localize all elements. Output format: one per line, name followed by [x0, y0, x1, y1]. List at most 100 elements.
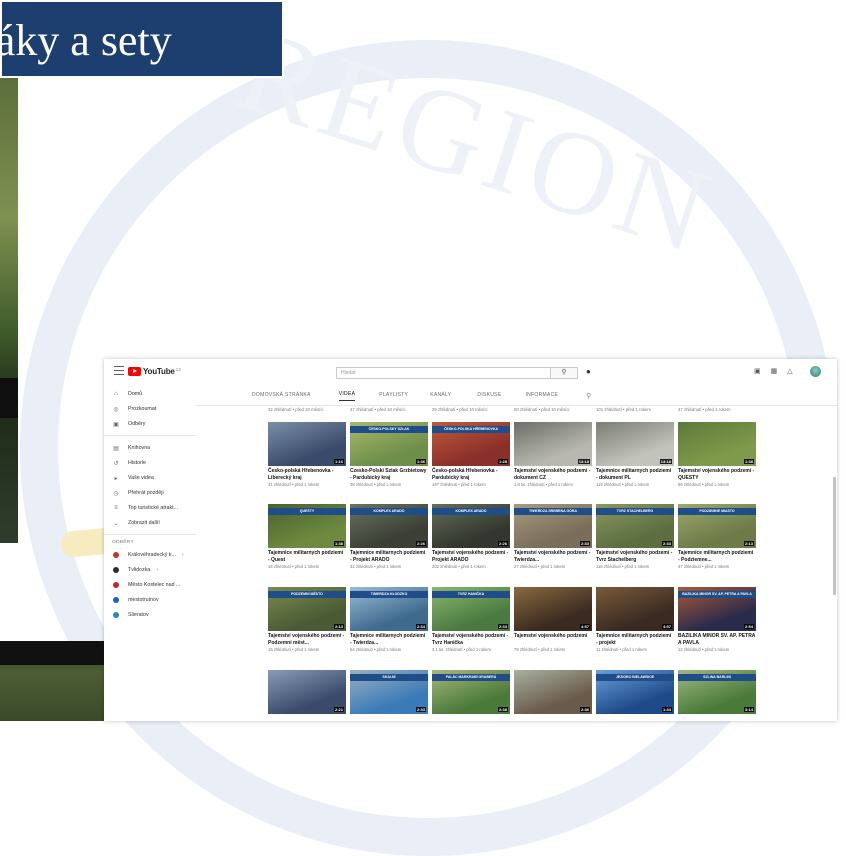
video-thumbnail[interactable]: JEZIORO BIELAWSKIE 1:34	[596, 670, 674, 714]
channel-avatar	[113, 567, 119, 573]
video-duration: 2:26	[497, 541, 508, 546]
video-thumbnail[interactable]: TVRZ HANIČKA 2:33	[432, 587, 510, 631]
sidebar-item[interactable]: Slieratov	[112, 609, 149, 621]
sidebar-item[interactable]: Tvlidozka ›	[112, 564, 158, 576]
sidebar-item[interactable]: ▤ Knihovna	[112, 442, 150, 454]
sidebar-item-label: Slieratov	[128, 612, 149, 618]
video-thumbnail[interactable]: BAZILIKA MINOR SV. AP. PETRA A PAVLA 2:54	[678, 587, 756, 631]
video-title[interactable]: Tajemství vojenského podzemí - Podzemní …	[268, 633, 346, 646]
tab-videa[interactable]: VIDEA	[338, 391, 356, 401]
video-thumbnail[interactable]: PODZIEMNE MIASTO 2:13	[678, 504, 756, 548]
thumbnail-caption: KOMPLEX ARADO	[350, 508, 428, 515]
photo-fragment	[0, 78, 18, 543]
sidebar-item[interactable]: ⌄ Zobrazit další	[112, 517, 159, 529]
search-icon[interactable]: ⚲	[586, 392, 591, 400]
video-meta: 101 zhlédnutí • před 1 rokem	[596, 407, 652, 412]
video-thumbnail[interactable]: TVRZ STACHELBERG 2:33	[596, 504, 674, 548]
sidebar-item[interactable]: Město Kostelec nad ...	[112, 579, 180, 591]
tab-diskuse[interactable]: DISKUSE	[477, 392, 501, 401]
video-title[interactable]: Tajemství vojenského podzemí - dokument …	[514, 468, 592, 481]
menu-icon[interactable]	[114, 366, 124, 375]
video-meta: 41 zhlédnutí • před 1 rokem	[268, 482, 320, 487]
video-title[interactable]: Tajemnice militarnych podziemi - projekt	[596, 633, 674, 646]
sidebar-item[interactable]: ◎ Prozkoumat	[112, 403, 156, 415]
video-thumbnail[interactable]: KOMPLEX ARADO 2:26	[432, 504, 510, 548]
thumbnail-caption: ČESKO-POLSKÁ HŘEBENOVKA	[432, 426, 510, 433]
video-title[interactable]: Tajemnice militarnych podziemi - Quest	[268, 550, 346, 563]
video-title[interactable]: Tajemnice militarnych podziemi - Twierdz…	[350, 633, 428, 646]
video-thumbnail[interactable]: 4:57	[514, 587, 592, 631]
video-duration: 1:36	[415, 459, 426, 464]
video-thumbnail[interactable]: 13:18	[596, 422, 674, 466]
video-title[interactable]: Tajemství vojenského podzemí - QUESTY	[678, 468, 756, 481]
video-duration: 1:38	[333, 541, 344, 546]
video-title[interactable]: Tajemství vojenského podzemí - Twierdza.…	[514, 550, 592, 563]
thumbnail-caption: SKALNÍ	[350, 674, 428, 681]
video-thumbnail[interactable]: TWIERDZA KŁODZKO 2:34	[350, 587, 428, 631]
video-thumbnail[interactable]: PALÁC MARKRABÍ GRABERÁ 2:38	[432, 670, 510, 714]
video-title[interactable]: Tajemství vojenského podzemí	[514, 633, 592, 640]
tab-informace[interactable]: INFORMACE	[525, 392, 558, 401]
avatar[interactable]	[810, 366, 821, 377]
apps-icon[interactable]: ▦	[771, 367, 778, 375]
youtube-window: YouTube CZ Hledat ⚲ ● ▣ ▦ △ ⌂ Domů ◎ Prozko…	[104, 359, 837, 721]
video-title[interactable]: Tajemnice militarnych podziemi - Podziem…	[678, 550, 756, 563]
video-thumbnail[interactable]: SZLINA BARLINI 3:14	[678, 670, 756, 714]
video-duration: 2:21	[333, 707, 344, 712]
video-thumbnail[interactable]: 13:18	[514, 422, 592, 466]
video-thumbnail[interactable]: QUESTY 1:38	[268, 504, 346, 548]
video-meta: 167 zhlédnutí • před 1 rokem	[432, 482, 486, 487]
video-thumbnail[interactable]: KOMPLEX ARADO 2:26	[350, 504, 428, 548]
video-duration: 3:14	[743, 707, 754, 712]
tab-playlisty[interactable]: PLAYLISTY	[379, 392, 408, 401]
sidebar-item[interactable]: ⌂ Domů	[112, 388, 142, 400]
video-title[interactable]: Tajemnice militarnych podziemi - dokumen…	[596, 468, 674, 481]
thumbnail-caption: TVRZ STACHELBERG	[596, 508, 674, 515]
thumbnail-caption: PALÁC MARKRABÍ GRABERÁ	[432, 674, 510, 681]
video-title[interactable]: Tajemnice militarnych podziemi - Projekt…	[350, 550, 428, 563]
sidebar-item[interactable]: ▣ Odběry	[112, 418, 145, 430]
sidebar-item-label: Vaše videa	[128, 475, 154, 481]
sidebar-item[interactable]: ▸ Vaše videa	[112, 472, 154, 484]
thumbnail-caption: BAZILIKA MINOR SV. AP. PETRA A PAVLA	[678, 591, 756, 598]
sidebar-item[interactable]: Královéhradecký k... ›	[112, 549, 184, 561]
video-thumbnail[interactable]: ČESKO-POLSKÁ HŘEBENOVKA 1:28	[432, 422, 510, 466]
video-thumbnail[interactable]: 2:21	[268, 670, 346, 714]
tab-kan-ly[interactable]: KANÁLY	[430, 392, 451, 401]
notifications-icon[interactable]: △	[787, 367, 792, 375]
sidebar-item-label: Domů	[128, 391, 143, 397]
sidebar-item[interactable]: ↺ Historie	[112, 457, 145, 469]
video-title[interactable]: Czesko-Polski Szlak Grzbietowy - Pardubi…	[350, 468, 428, 481]
tab-domovsk-str-nka[interactable]: DOMOVSKÁ STRÁNKA	[252, 392, 311, 401]
search-button[interactable]: ⚲	[551, 367, 578, 379]
create-video-icon[interactable]: ▣	[754, 367, 761, 375]
video-title[interactable]: Česko-polská Hřebenovka - Liberecký kraj	[268, 468, 346, 481]
video-meta: 27 zhlédnutí • před 1 rokem	[514, 564, 566, 569]
search-input[interactable]: Hledat	[336, 367, 551, 379]
video-thumbnail[interactable]: 4:57	[596, 587, 674, 631]
sidebar-item[interactable]: ≡ Top turistické atrakt...	[112, 502, 178, 514]
video-thumbnail[interactable]: PODZEMNÍ MĚSTO 2:13	[268, 587, 346, 631]
channel-avatar	[113, 582, 119, 588]
channel-avatar	[113, 612, 119, 618]
scrollbar[interactable]	[833, 477, 836, 595]
home-icon: ⌂	[114, 391, 118, 397]
microphone-icon[interactable]: ●	[586, 367, 591, 376]
subscriptions-heading: ODBĚRY	[112, 540, 134, 545]
sidebar-item[interactable]: ◷ Přehrát později	[112, 487, 164, 499]
video-thumbnail[interactable]: SKALNÍ 2:33	[350, 670, 428, 714]
video-thumbnail[interactable]: TWIERDZA SREBRNA GÓRA 2:33	[514, 504, 592, 548]
video-title[interactable]: Tajemství vojenského podzemí - Tvrz Hani…	[432, 633, 510, 646]
video-thumbnail[interactable]: 2:36	[514, 670, 592, 714]
video-title[interactable]: Tajemství vojenského podzemí - Tvrz Stac…	[596, 550, 674, 563]
sidebar-item-label: Top turistické atrakt...	[128, 505, 179, 511]
video-title[interactable]: BAZILIKA MINOR SV. AP. PETRA A PAVLA	[678, 633, 756, 646]
video-title[interactable]: Česko-polská Hřebenovka - Pardubický kra…	[432, 468, 510, 481]
sidebar-item-label: Přehrát později	[128, 490, 164, 496]
video-thumbnail[interactable]: ČESKO-POLSKÝ SZLAK 1:36	[350, 422, 428, 466]
video-title[interactable]: Tajemství vojenského podzemí - Projekt A…	[432, 550, 510, 563]
sidebar-item[interactable]: mestotrutnov	[112, 594, 159, 606]
youtube-logo[interactable]: YouTube CZ	[128, 367, 181, 376]
video-thumbnail[interactable]: 1:16	[268, 422, 346, 466]
video-thumbnail[interactable]: 1:38	[678, 422, 756, 466]
